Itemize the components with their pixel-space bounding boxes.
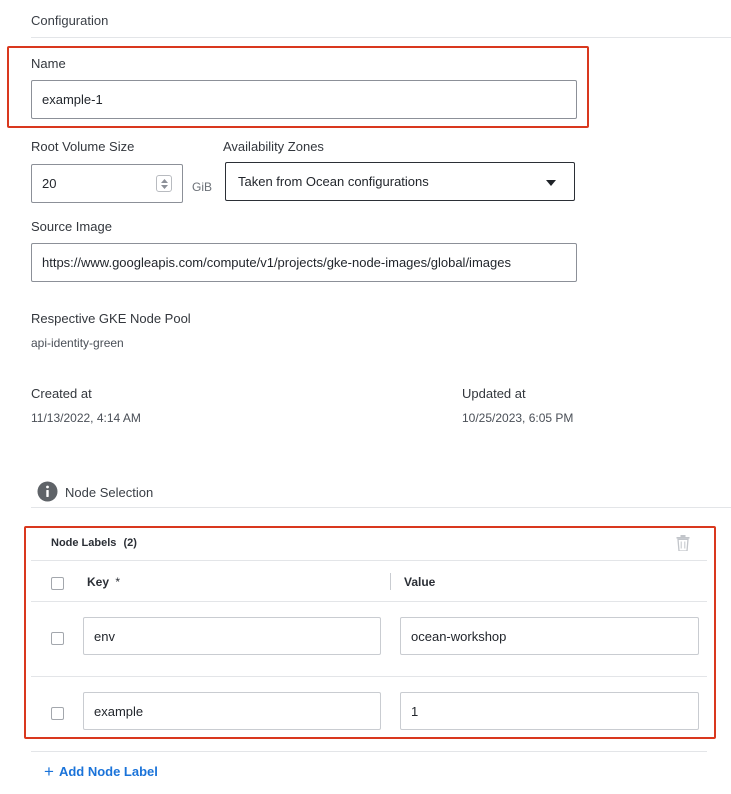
- source-image-label: Source Image: [31, 219, 112, 234]
- node-pool-label: Respective GKE Node Pool: [31, 311, 191, 326]
- name-input[interactable]: example-1: [31, 80, 577, 119]
- trash-icon[interactable]: [676, 535, 690, 551]
- node-labels-title: Node Labels (2): [51, 537, 137, 549]
- updated-at-label: Updated at: [462, 386, 526, 401]
- label-value-input[interactable]: ocean-workshop: [400, 617, 699, 655]
- node-labels-count: (2): [123, 537, 137, 549]
- row-checkbox[interactable]: [51, 707, 64, 720]
- stepper-arrows-icon[interactable]: [156, 175, 172, 192]
- label-value-input[interactable]: 1: [400, 692, 699, 730]
- table-bottom-border: [31, 751, 707, 752]
- key-column-header: Key *: [87, 575, 120, 589]
- root-volume-unit: GiB: [192, 180, 213, 194]
- table-header-top-border: [31, 560, 707, 561]
- row-divider: [31, 676, 707, 677]
- column-separator: [390, 573, 391, 590]
- created-at-label: Created at: [31, 386, 92, 401]
- key-header-text: Key: [87, 575, 110, 589]
- table-header-bottom-border: [31, 601, 707, 602]
- name-label: Name: [31, 56, 66, 71]
- configuration-divider: [31, 37, 731, 38]
- configuration-title: Configuration: [31, 13, 109, 28]
- root-volume-label: Root Volume Size: [31, 139, 135, 154]
- caret-down-icon: [546, 180, 556, 186]
- plus-icon: +: [44, 762, 54, 781]
- info-icon[interactable]: [37, 481, 58, 502]
- node-pool-value: api-identity-green: [31, 336, 124, 350]
- root-volume-value: 20: [42, 176, 57, 191]
- availability-zones-label: Availability Zones: [223, 139, 324, 154]
- source-image-input[interactable]: https://www.googleapis.com/compute/v1/pr…: [31, 243, 577, 282]
- availability-zones-select[interactable]: Taken from Ocean configurations: [225, 162, 575, 201]
- label-key-input[interactable]: example: [83, 692, 381, 730]
- node-selection-divider: [31, 507, 731, 508]
- root-volume-input[interactable]: 20: [31, 164, 183, 203]
- label-key-input[interactable]: env: [83, 617, 381, 655]
- node-selection-title: Node Selection: [65, 485, 154, 500]
- add-node-label-text: Add Node Label: [58, 764, 158, 779]
- select-all-checkbox[interactable]: [51, 577, 64, 590]
- add-node-label-button[interactable]: + Add Node Label: [44, 763, 158, 780]
- updated-at-value: 10/25/2023, 6:05 PM: [462, 411, 574, 425]
- node-labels-title-text: Node Labels: [51, 537, 117, 549]
- availability-zones-value: Taken from Ocean configurations: [238, 174, 429, 189]
- value-column-header: Value: [404, 575, 436, 589]
- created-at-value: 11/13/2022, 4:14 AM: [31, 411, 141, 425]
- required-mark: *: [115, 575, 121, 589]
- row-checkbox[interactable]: [51, 632, 64, 645]
